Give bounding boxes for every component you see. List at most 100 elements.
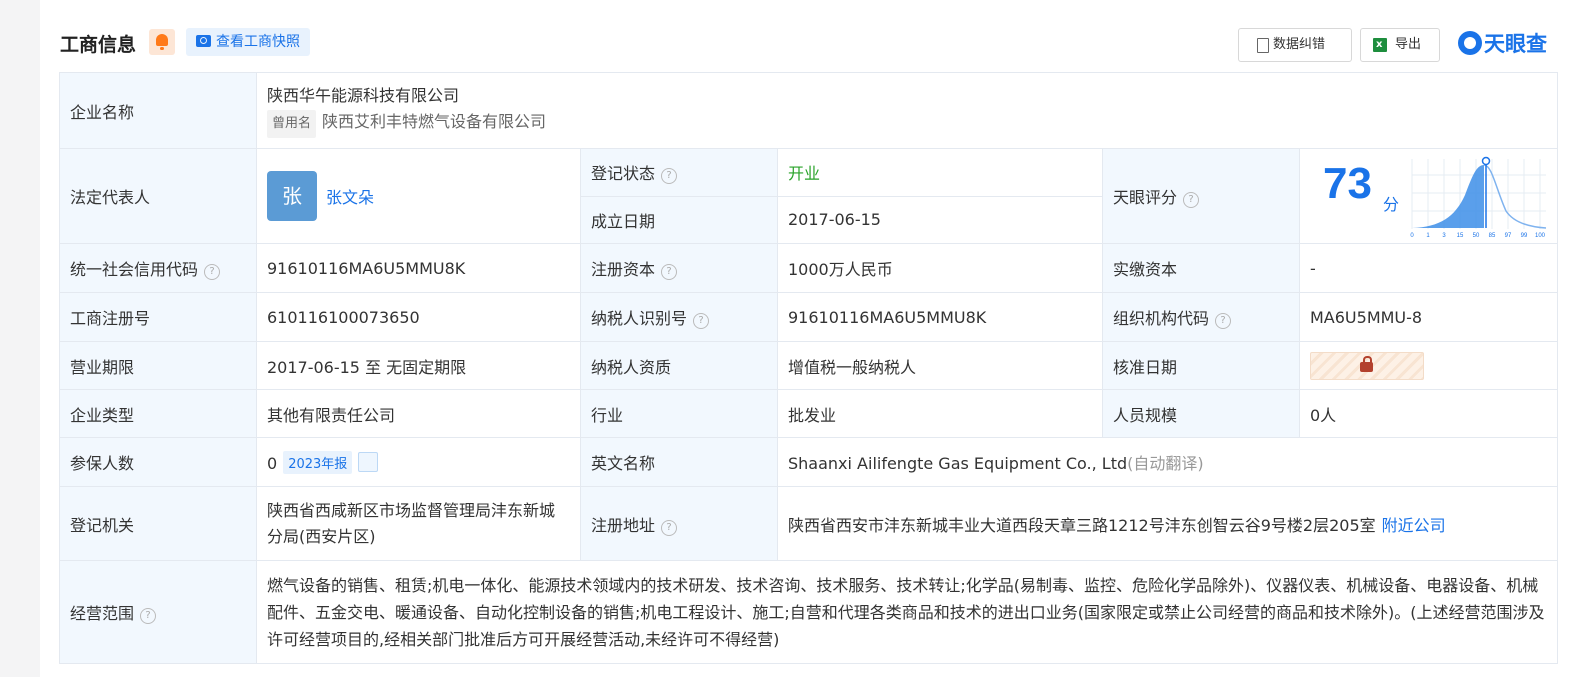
help-icon[interactable]: ? [693,313,710,329]
founded-value: 2017-06-15 [777,195,1103,244]
org-code-value: MA6U5MMU-8 [1298,292,1559,342]
table-row: 营业期限 2017-06-15 至 无固定期限 纳税人资质 增值税一般纳税人 核… [59,341,1559,390]
company-type-value: 其他有限责任公司 [256,389,581,438]
taxpayer-qual-label: 纳税人资质 [580,341,778,390]
data-correction-button[interactable]: 数据纠错 [1238,28,1352,62]
term-value: 2017-06-15 至 无固定期限 [256,341,581,390]
score-unit: 分 [1383,195,1400,214]
legal-rep-name-link[interactable]: 张文朵 [326,188,374,207]
english-name-value: Shaanxi Ailifengte Gas Equipment Co., Lt… [788,454,1128,473]
org-code-label-cell: 组织机构代码? [1102,292,1300,342]
table-row: 经营范围? 燃气设备的销售、租赁;机电一体化、能源技术领域内的技术研发、技术咨询… [59,560,1559,664]
nearby-companies-link[interactable]: 附近公司 [1382,516,1446,535]
business-info-table: 企业名称 陕西华午能源科技有限公司 曾用名 陕西艾利丰特燃气设备有限公司 法定代表… [59,72,1559,664]
locked-value[interactable] [1310,351,1424,380]
view-snapshot-label: 查看工商快照 [216,34,300,50]
tick-label: 85 [1489,233,1496,239]
score-distribution-chart: 0 1 3 15 50 85 97 99 100 [1410,156,1547,239]
address-value: 陕西省西安市沣东新城丰业大道西段天章三路1212号沣东创智云谷9号楼2层205室 [788,515,1376,535]
tick-label: 3 [1442,233,1446,239]
org-code-label: 组织机构代码 [1113,309,1210,328]
brand-name: 天眼查 [1484,32,1547,56]
biz-reg-no-label: 工商注册号 [59,292,257,342]
bell-icon[interactable] [149,29,175,55]
credit-code-value: 91610116MA6U5MMU8K [256,243,581,293]
lock-icon [1360,355,1373,372]
export-button[interactable]: 导出 [1360,28,1440,62]
insured-value: 0 [267,453,278,473]
edit-document-icon [1257,38,1269,53]
staff-size-value: 0人 [1298,389,1559,438]
table-row: 参保人数 0 2023年报 英文名称 Shaanxi Ailifengte Gas… [59,437,1559,487]
taxpayer-id-label-cell: 纳税人识别号? [580,292,778,342]
data-correction-label: 数据纠错 [1273,37,1326,52]
reg-status-label: 登记状态 [591,164,656,184]
avatar[interactable]: 张 [267,171,317,221]
help-icon[interactable]: ? [661,168,678,185]
help-icon[interactable]: ? [1215,313,1232,329]
tick-label: 97 [1505,233,1512,239]
taxpayer-id-value: 91610116MA6U5MMU8K [777,292,1103,342]
section-title: 工商信息 [60,34,137,56]
table-row: 法定代表人 张张文朵 登记状态? 开业 天眼评分? 73 分 0 1 3 15 … [59,148,1559,244]
table-row: 工商注册号 610116100073650 纳税人识别号? 91610116MA… [59,292,1559,342]
reg-capital-value: 1000万人民币 [777,243,1103,293]
insured-label: 参保人数 [59,437,257,487]
help-icon[interactable]: ? [661,519,678,536]
score-label-cell: 天眼评分? [1102,148,1300,244]
help-icon[interactable]: ? [1183,192,1200,208]
english-name-cell: Shaanxi Ailifengte Gas Equipment Co., Lt… [776,437,1559,487]
tick-label: 100 [1535,233,1546,239]
insured-cell: 0 2023年报 [256,437,581,487]
camera-icon [196,35,211,47]
paid-capital-label: 实缴资本 [1102,243,1300,293]
address-label: 注册地址 [591,515,656,535]
legal-rep-label: 法定代表人 [59,148,257,244]
taxpayer-id-label: 纳税人识别号 [591,309,688,328]
export-label: 导出 [1395,37,1422,52]
former-name-tag: 曾用名 [267,110,317,138]
industry-label: 行业 [580,389,778,438]
legal-rep-cell: 张张文朵 [256,148,581,244]
credit-code-label: 统一社会信用代码 [70,260,199,279]
founded-label: 成立日期 [580,195,778,244]
reg-capital-label: 注册资本 [591,260,656,279]
tick-label: 15 [1457,233,1464,239]
scope-label-cell: 经营范围? [59,560,257,664]
score-cell[interactable]: 73 分 0 1 3 15 50 85 97 99 100 [1298,148,1559,244]
reg-status-value: 开业 [777,148,1103,197]
biz-reg-no-value: 610116100073650 [256,292,581,342]
scope-value: 燃气设备的销售、租赁;机电一体化、能源技术领域内的技术研发、技术咨询、技术服务、… [255,560,1559,664]
address-cell: 陕西省西安市沣东新城丰业大道西段天章三路1212号沣东创智云谷9号楼2层205室… [776,486,1559,561]
table-row: 企业类型 其他有限责任公司 行业 批发业 人员规模 0人 [59,389,1559,438]
table-row: 统一社会信用代码? 91610116MA6U5MMU8K 注册资本? 1000万… [59,243,1559,293]
view-snapshot-button[interactable]: 查看工商快照 [186,28,310,56]
staff-size-label: 人员规模 [1102,389,1300,438]
paid-capital-value: - [1298,243,1559,293]
authority-value: 陕西省西咸新区市场监督管理局沣东新城分局(西安片区) [256,486,581,561]
tick-label: 50 [1473,233,1480,239]
credit-code-label-cell: 统一社会信用代码? [59,243,257,293]
score-label: 天眼评分 [1113,188,1178,207]
authority-label: 登记机关 [59,486,257,561]
trend-chart-icon[interactable] [358,451,379,472]
term-label: 营业期限 [59,341,257,390]
score-value: 73 [1323,159,1372,208]
table-row: 企业名称 陕西华午能源科技有限公司 曾用名 陕西艾利丰特燃气设备有限公司 [59,72,1559,149]
tick-label: 99 [1521,233,1528,239]
auto-translate-note: (自动翻译) [1127,454,1204,473]
annual-report-tag[interactable]: 2023年报 [283,450,353,474]
help-icon[interactable]: ? [204,264,221,280]
reg-status-label-cell: 登记状态? [580,148,778,197]
taxpayer-qual-value: 增值税一般纳税人 [777,341,1103,390]
section-header: 工商信息 查看工商快照 数据纠错 导出 天眼查 [60,26,1560,62]
help-icon[interactable]: ? [140,608,157,624]
english-name-label: 英文名称 [580,437,778,487]
tianyancha-logo-icon [1458,31,1482,55]
reg-capital-label-cell: 注册资本? [580,243,778,293]
company-name: 陕西华午能源科技有限公司 [267,86,460,105]
help-icon[interactable]: ? [661,264,678,280]
tick-label: 0 [1410,233,1414,239]
company-name-cell: 陕西华午能源科技有限公司 曾用名 陕西艾利丰特燃气设备有限公司 [255,72,1559,149]
company-type-label: 企业类型 [59,389,257,438]
